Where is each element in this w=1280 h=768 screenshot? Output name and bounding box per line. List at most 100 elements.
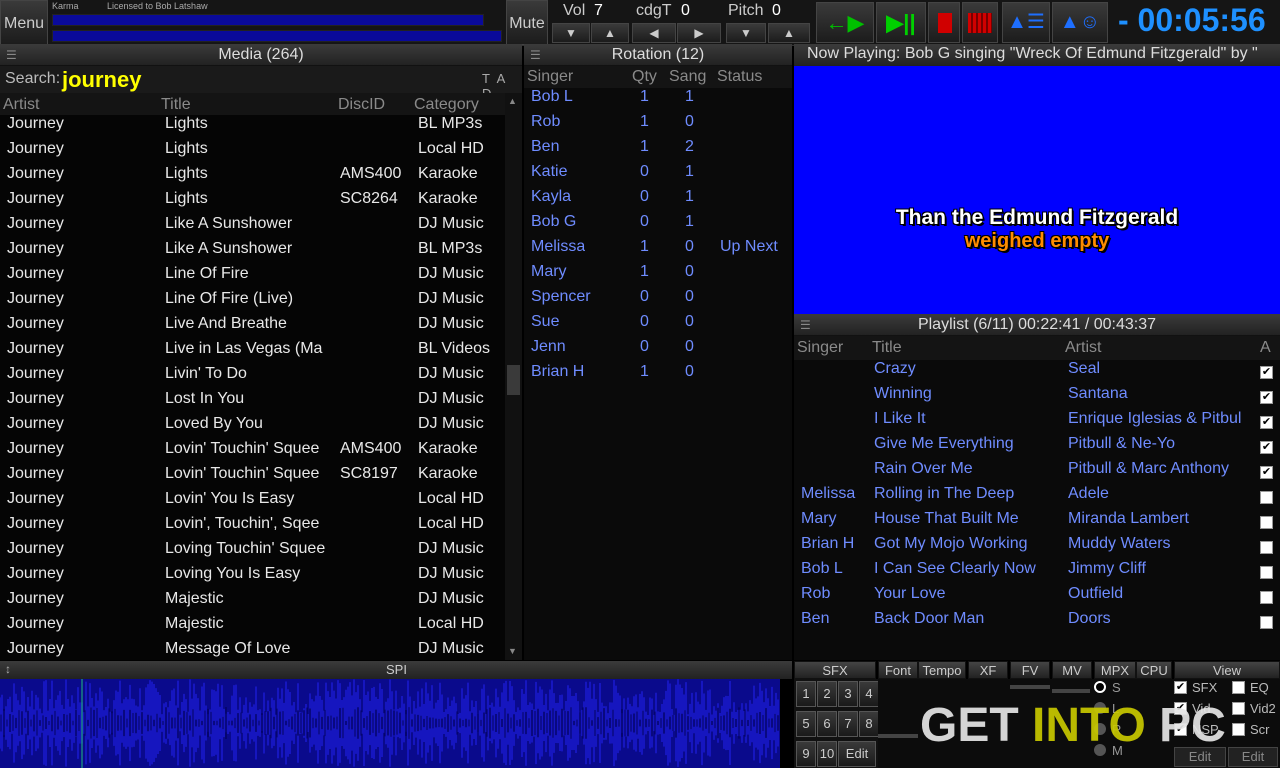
sfx-button-2[interactable]: 2 <box>817 681 837 707</box>
stop-button[interactable] <box>928 2 960 43</box>
pitch-up-button[interactable]: ▲ <box>768 23 810 43</box>
list-item[interactable]: Katie 0 1 <box>524 163 792 188</box>
auto-checkbox[interactable]: ✔ <box>1260 391 1273 404</box>
singer-button[interactable]: ▲☺ <box>1052 2 1108 43</box>
panel-menu-icon[interactable]: ☰ <box>800 314 811 336</box>
table-row[interactable]: Journey Line Of Fire DJ Music <box>0 265 505 290</box>
auto-checkbox[interactable] <box>1260 516 1273 529</box>
playlist-row[interactable]: Crazy Seal ✔ <box>794 360 1280 385</box>
auto-checkbox[interactable]: ✔ <box>1260 416 1273 429</box>
col-pl-singer[interactable]: Singer <box>797 339 843 357</box>
auto-checkbox[interactable] <box>1260 491 1273 504</box>
list-item[interactable]: Brian H 1 0 <box>524 363 792 388</box>
view-checkbox-vid2[interactable] <box>1232 702 1245 715</box>
list-item[interactable]: Bob L 1 1 <box>524 88 792 113</box>
auto-checkbox[interactable] <box>1260 591 1273 604</box>
view-checkbox-sfx[interactable]: ✔ <box>1174 681 1187 694</box>
waveform[interactable] <box>0 679 792 768</box>
tab-fv[interactable]: FV <box>1010 661 1050 679</box>
scroll-down-icon[interactable]: ▼ <box>508 646 517 656</box>
list-item[interactable]: Kayla 0 1 <box>524 188 792 213</box>
resize-icon[interactable]: ↕ <box>5 662 11 676</box>
mute-button[interactable]: Mute <box>506 0 548 45</box>
sfx-button-8[interactable]: 8 <box>859 711 879 737</box>
table-row[interactable]: Journey Loving You Is Easy DJ Music <box>0 565 505 590</box>
auto-checkbox[interactable]: ✔ <box>1260 441 1273 454</box>
cdgt-left-button[interactable]: ◀ <box>632 23 676 43</box>
table-row[interactable]: Journey Like A Sunshower BL MP3s <box>0 240 505 265</box>
playlist-row[interactable]: Mary House That Built Me Miranda Lambert <box>794 510 1280 535</box>
list-item[interactable]: Mary 1 0 <box>524 263 792 288</box>
panel-menu-icon[interactable]: ☰ <box>530 44 541 66</box>
playlist-row[interactable]: Bob L I Can See Clearly Now Jimmy Cliff <box>794 560 1280 585</box>
slider-track[interactable] <box>878 734 918 738</box>
auto-checkbox[interactable]: ✔ <box>1260 366 1273 379</box>
playlist-row[interactable]: Melissa Rolling in The Deep Adele <box>794 485 1280 510</box>
table-row[interactable]: Journey Live in Las Vegas (Ma BL Videos <box>0 340 505 365</box>
tab-cpu[interactable]: CPU <box>1136 661 1172 679</box>
col-discid[interactable]: DiscID <box>338 96 385 114</box>
view-tab[interactable]: View <box>1174 661 1280 679</box>
col-artist[interactable]: Artist <box>3 96 39 114</box>
table-row[interactable]: Journey Lights SC8264 Karaoke <box>0 190 505 215</box>
list-item[interactable]: Jenn 0 0 <box>524 338 792 363</box>
sfx-button-10[interactable]: 10 <box>817 741 837 767</box>
tab-mv[interactable]: MV <box>1052 661 1092 679</box>
slider-track[interactable] <box>1010 685 1050 689</box>
sfx-button-7[interactable]: 7 <box>838 711 858 737</box>
media-scrollbar[interactable]: ▲ ▼ <box>505 93 522 660</box>
table-row[interactable]: Journey Lovin' Touchin' Squee SC8197 Karaok… <box>0 465 505 490</box>
table-row[interactable]: Journey Loved By You DJ Music <box>0 415 505 440</box>
scroll-thumb[interactable] <box>507 365 520 395</box>
playlist-row[interactable]: Give Me Everything Pitbull & Ne-Yo ✔ <box>794 435 1280 460</box>
search-input[interactable]: journey <box>62 67 478 92</box>
table-row[interactable]: Journey Livin' To Do DJ Music <box>0 365 505 390</box>
col-singer[interactable]: Singer <box>527 68 573 86</box>
playlist-row[interactable]: Brian H Got My Mojo Working Muddy Waters <box>794 535 1280 560</box>
table-row[interactable]: Journey Lost In You DJ Music <box>0 390 505 415</box>
col-qty[interactable]: Qty <box>632 68 657 86</box>
playlist-row[interactable]: I Like It Enrique Iglesias & Pitbul ✔ <box>794 410 1280 435</box>
stop-all-button[interactable] <box>962 2 998 43</box>
table-row[interactable]: Journey Line Of Fire (Live) DJ Music <box>0 290 505 315</box>
table-row[interactable]: Journey Lovin' You Is Easy Local HD <box>0 490 505 515</box>
sfx-button-9[interactable]: 9 <box>796 741 816 767</box>
queue-button[interactable]: ▲☰ <box>1002 2 1050 43</box>
list-item[interactable]: Rob 1 0 <box>524 113 792 138</box>
panel-menu-icon[interactable]: ☰ <box>6 44 17 66</box>
tab-tempo[interactable]: Tempo <box>918 661 966 679</box>
table-row[interactable]: Journey Lights BL MP3s <box>0 115 505 140</box>
sfx-button-1[interactable]: 1 <box>796 681 816 707</box>
tab-font[interactable]: Font <box>878 661 918 679</box>
sfx-button-5[interactable]: 5 <box>796 711 816 737</box>
list-item[interactable]: Spencer 0 0 <box>524 288 792 313</box>
col-sang[interactable]: Sang <box>669 68 706 86</box>
sfx-button-3[interactable]: 3 <box>838 681 858 707</box>
playlist-row[interactable]: Rain Over Me Pitbull & Marc Anthony ✔ <box>794 460 1280 485</box>
table-row[interactable]: Journey Like A Sunshower DJ Music <box>0 215 505 240</box>
auto-checkbox[interactable]: ✔ <box>1260 466 1273 479</box>
table-row[interactable]: Journey Lovin', Touchin', Sqee Local HD <box>0 515 505 540</box>
col-title[interactable]: Title <box>161 96 191 114</box>
view-checkbox-scr[interactable] <box>1232 723 1245 736</box>
table-row[interactable]: Journey Loving Touchin' Squee DJ Music <box>0 540 505 565</box>
playlist-row[interactable]: Rob Your Love Outfield <box>794 585 1280 610</box>
col-pl-title[interactable]: Title <box>872 339 902 357</box>
table-row[interactable]: Journey Majestic Local HD <box>0 615 505 640</box>
table-row[interactable]: Journey Message Of Love DJ Music <box>0 640 505 660</box>
sfx-button-6[interactable]: 6 <box>817 711 837 737</box>
table-row[interactable]: Journey Lights Local HD <box>0 140 505 165</box>
list-item[interactable]: Sue 0 0 <box>524 313 792 338</box>
scroll-up-icon[interactable]: ▲ <box>508 96 517 106</box>
playlist-row[interactable]: Ben Back Door Man Doors <box>794 610 1280 635</box>
radio-S[interactable] <box>1094 681 1106 693</box>
list-item[interactable]: Ben 1 2 <box>524 138 792 163</box>
table-row[interactable]: Journey Majestic DJ Music <box>0 590 505 615</box>
col-pl-artist[interactable]: Artist <box>1065 339 1101 357</box>
auto-checkbox[interactable] <box>1260 566 1273 579</box>
cdgt-right-button[interactable]: ▶ <box>677 23 721 43</box>
list-item[interactable]: Melissa 1 0 Up Next <box>524 238 792 263</box>
menu-button[interactable]: Menu <box>0 0 48 45</box>
table-row[interactable]: Journey Lights AMS400 Karaoke <box>0 165 505 190</box>
col-status[interactable]: Status <box>717 68 762 86</box>
